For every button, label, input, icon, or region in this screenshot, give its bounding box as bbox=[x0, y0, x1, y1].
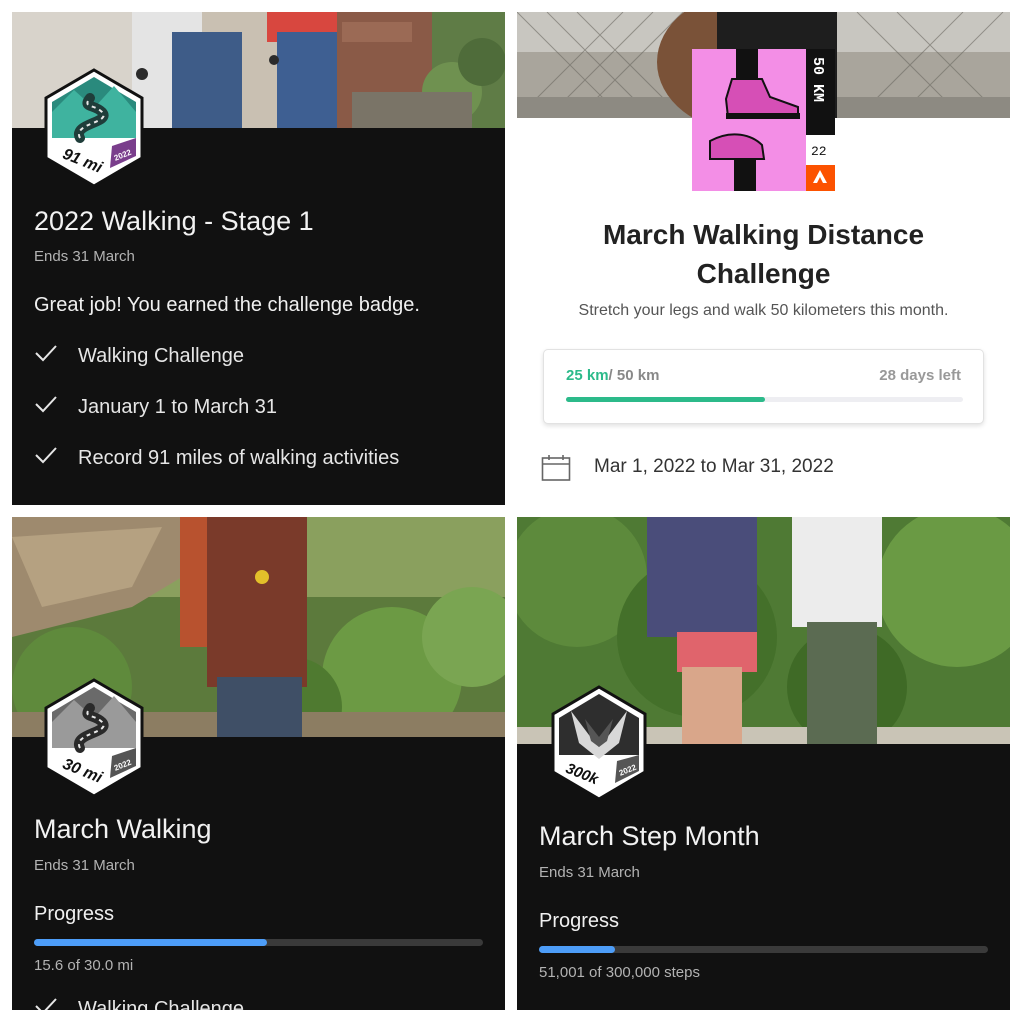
progress-bar-fill bbox=[539, 946, 616, 953]
challenge-title: March Step Month bbox=[539, 821, 760, 851]
challenge-end-date: Ends 31 March bbox=[34, 857, 135, 874]
check-item-label: January 1 to March 31 bbox=[78, 395, 277, 418]
progress-readout: 25 km/ 50 km bbox=[566, 367, 659, 384]
progress-bar bbox=[34, 939, 483, 946]
strava-walking-distance-panel: 50 KM 22 March Walking Distance Challeng… bbox=[517, 12, 1010, 505]
walking-stage1-challenge-panel: 91 mi 2022 2022 Walking - Stage 1 Ends 3… bbox=[12, 12, 505, 505]
walking-91mi-badge: 91 mi 2022 bbox=[42, 68, 146, 193]
check-item-label: Walking Challenge bbox=[78, 344, 245, 367]
check-item-label: Record 91 miles of walking activities bbox=[78, 446, 400, 469]
strava-50km-badge: 50 KM 22 bbox=[692, 49, 835, 196]
checkmark-icon bbox=[34, 997, 78, 1010]
challenge-end-date: Ends 31 March bbox=[539, 864, 640, 881]
progress-bar-fill bbox=[566, 397, 765, 402]
march-step-month-panel: 300k 2022 March Step Month Ends 31 March… bbox=[517, 517, 1010, 1010]
progress-bar bbox=[539, 946, 988, 953]
progress-text: 15.6 of 30.0 mi bbox=[34, 957, 134, 974]
challenge-title-line2: Challenge bbox=[696, 258, 831, 289]
progress-current: 25 km bbox=[566, 367, 609, 384]
challenge-date-range: Mar 1, 2022 to Mar 31, 2022 bbox=[594, 456, 834, 477]
badge-earned-message: Great job! You earned the challenge badg… bbox=[34, 294, 420, 316]
challenge-title-line1: March Walking Distance bbox=[602, 219, 925, 250]
steps-300k-badge: 300k 2022 bbox=[549, 685, 649, 806]
checkmark-icon bbox=[34, 344, 78, 368]
progress-total: / 50 km bbox=[608, 367, 660, 384]
progress-text: 51,001 of 300,000 steps bbox=[539, 964, 700, 981]
check-item: Record 91 miles of walking activities bbox=[34, 446, 399, 470]
calendar-icon bbox=[541, 454, 571, 487]
march-walking-panel: 30 mi 2022 March Walking Ends 31 March P… bbox=[12, 517, 505, 1010]
checkmark-icon bbox=[34, 395, 78, 419]
challenge-title: March Walking bbox=[34, 814, 212, 844]
progress-label: Progress bbox=[34, 903, 115, 925]
days-left-text: 28 days left bbox=[879, 367, 961, 384]
badge-year-text: 22 bbox=[811, 144, 827, 159]
progress-bar bbox=[566, 397, 963, 402]
check-item: Walking Challenge bbox=[34, 344, 244, 368]
badge-distance-text: 50 KM bbox=[809, 57, 826, 102]
check-item-label: Walking Challenge bbox=[78, 997, 245, 1011]
walking-30mi-badge: 30 mi 2022 bbox=[42, 678, 146, 803]
check-item: January 1 to March 31 bbox=[34, 395, 277, 419]
checkmark-icon bbox=[34, 446, 78, 470]
check-item: Walking Challenge bbox=[34, 997, 244, 1010]
progress-bar-fill bbox=[34, 939, 268, 946]
progress-label: Progress bbox=[539, 910, 620, 932]
challenge-end-date: Ends 31 March bbox=[34, 248, 135, 265]
challenge-description: Stretch your legs and walk 50 kilometers… bbox=[578, 302, 949, 319]
progress-card: 25 km/ 50 km 28 days left bbox=[543, 349, 984, 424]
challenge-title: 2022 Walking - Stage 1 bbox=[34, 206, 314, 236]
